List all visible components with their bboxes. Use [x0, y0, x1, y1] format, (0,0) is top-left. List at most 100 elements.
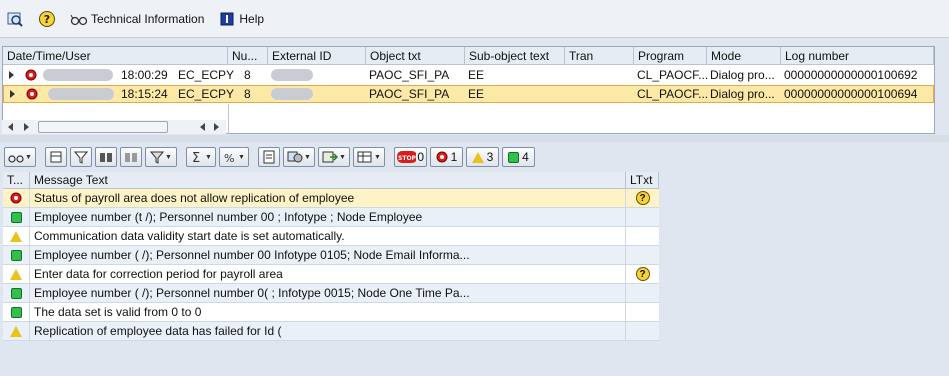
log-user: EC_ECPY	[178, 68, 235, 82]
binoculars-next-icon	[125, 153, 137, 162]
log-time: 18:00:29	[121, 68, 168, 82]
log-row[interactable]: 18:00:29 EC_ECPY 8 PAOC_SFI_PA EE CL_PAO…	[3, 66, 934, 84]
log-time: 18:15:24	[121, 87, 168, 101]
pane-splitter[interactable]	[0, 135, 949, 142]
column-divider	[228, 104, 229, 134]
col-type[interactable]: T...	[3, 172, 30, 189]
message-row[interactable]: The data set is valid from 0 to 0	[3, 303, 659, 322]
sort-ascending-button[interactable]	[45, 147, 67, 167]
stop-icon: STOP	[397, 151, 417, 163]
error-count: 1	[450, 150, 458, 164]
success-icon	[10, 287, 22, 299]
col-external-id[interactable]: External ID	[268, 47, 366, 65]
user-blur	[43, 69, 113, 81]
long-text-button[interactable]: ?	[626, 265, 659, 283]
message-text: Status of payroll area does not allow re…	[30, 189, 626, 207]
col-message-text[interactable]: Message Text	[30, 172, 626, 189]
log-program: CL_PAOCF...	[637, 87, 707, 101]
log-object: PAOC_SFI_PA	[369, 87, 450, 101]
success-icon	[10, 249, 22, 261]
col-tran[interactable]: Tran	[565, 47, 634, 65]
svg-text:STOP: STOP	[398, 155, 416, 162]
technical-information-button[interactable]: Technical Information	[70, 8, 204, 30]
scroll-left-icon-2[interactable]	[200, 123, 205, 131]
log-row-selected[interactable]: 18:15:24 EC_ECPY 8 PAOC_SFI_PA EE CL_PAO…	[3, 85, 934, 103]
magnifier-icon	[6, 10, 24, 28]
col-mode[interactable]: Mode	[707, 47, 781, 65]
log-mode: Dialog pro...	[710, 87, 775, 101]
col-number[interactable]: Nu...	[228, 47, 268, 65]
log-number-count: 8	[244, 68, 251, 82]
log-number-count: 8	[244, 87, 251, 101]
expand-arrow-icon[interactable]	[9, 71, 14, 79]
layout-button[interactable]: ▼	[353, 147, 385, 167]
success-icon	[10, 306, 22, 318]
sigma-icon: Σ	[192, 151, 200, 164]
export-button[interactable]: ▼	[318, 147, 350, 167]
binoculars-icon	[100, 153, 112, 162]
col-log-number[interactable]: Log number	[781, 47, 934, 65]
success-icon	[10, 211, 22, 223]
help-button[interactable]: Help	[218, 8, 264, 30]
scroll-thumb[interactable]	[38, 121, 168, 133]
message-row[interactable]: Status of payroll area does not allow re…	[3, 189, 659, 208]
stop-filter-button[interactable]: STOP 0	[394, 147, 427, 167]
set-filter-button[interactable]: ▼	[145, 147, 177, 167]
scroll-right-icon-2[interactable]	[214, 123, 219, 131]
message-row[interactable]: Employee number ( /); Personnel number 0…	[3, 246, 659, 265]
print-preview-button[interactable]	[258, 147, 280, 167]
log-mode: Dialog pro...	[710, 68, 775, 82]
display-log-button[interactable]	[6, 8, 24, 30]
glasses-icon	[8, 155, 24, 163]
warning-filter-button[interactable]: 3	[466, 147, 499, 167]
help-label: Help	[239, 11, 265, 26]
log-subobject: EE	[468, 87, 485, 101]
col-ltxt[interactable]: LTxt	[626, 172, 659, 189]
subtotal-button[interactable]: % ▼	[219, 147, 249, 167]
sum-button[interactable]: Σ ▼	[186, 147, 216, 167]
log-lognumber: 00000000000000100694	[784, 87, 918, 101]
col-subobject-text[interactable]: Sub-object text	[465, 47, 565, 65]
glasses-icon	[70, 10, 88, 28]
external-id-blur	[271, 88, 313, 100]
message-row[interactable]: Employee number (t /); Personnel number …	[3, 208, 659, 227]
scroll-left-icon[interactable]	[8, 123, 13, 131]
message-row[interactable]: Enter data for correction period for pay…	[3, 265, 659, 284]
views-button[interactable]: ▼	[283, 147, 315, 167]
find-next-button[interactable]	[120, 147, 142, 167]
message-text: Enter data for correction period for pay…	[30, 265, 626, 283]
expand-arrow-icon[interactable]	[10, 90, 15, 98]
long-text-button[interactable]: ?	[626, 189, 659, 207]
warning-icon	[10, 325, 22, 337]
col-program[interactable]: Program	[634, 47, 707, 65]
svg-text:?: ?	[44, 13, 50, 26]
info-book-icon	[218, 10, 236, 28]
find-button[interactable]	[95, 147, 117, 167]
col-date-time-user[interactable]: Date/Time/User	[3, 47, 228, 65]
details-button[interactable]: ▼	[4, 147, 36, 167]
message-row[interactable]: Employee number ( /); Personnel number 0…	[3, 284, 659, 303]
svg-text:Σ: Σ	[192, 151, 200, 164]
question-icon: ?	[635, 191, 650, 205]
export-icon	[322, 151, 339, 163]
warning-icon	[10, 268, 22, 280]
message-text: The data set is valid from 0 to 0	[30, 303, 626, 321]
message-row[interactable]: Communication data validity start date i…	[3, 227, 659, 246]
filter-button[interactable]	[70, 147, 92, 167]
filter-icon	[74, 151, 88, 164]
horizontal-scrollbar[interactable]	[2, 120, 226, 134]
message-text: Replication of employee data has failed …	[30, 322, 626, 340]
error-filter-button[interactable]: 1	[430, 147, 463, 167]
error-status-icon	[26, 88, 38, 103]
user-blur	[48, 88, 114, 100]
success-filter-button[interactable]: 4	[502, 147, 535, 167]
filter-icon	[150, 151, 165, 164]
error-status-icon	[25, 69, 37, 84]
scroll-right-icon[interactable]	[24, 123, 29, 131]
message-text: Employee number ( /); Personnel number 0…	[30, 246, 626, 264]
col-object-txt[interactable]: Object txt	[366, 47, 465, 65]
message-text: Employee number ( /); Personnel number 0…	[30, 284, 626, 302]
help-question-button[interactable]: ?	[38, 8, 56, 30]
message-row[interactable]: Replication of employee data has failed …	[3, 322, 659, 341]
warning-icon	[471, 151, 484, 163]
